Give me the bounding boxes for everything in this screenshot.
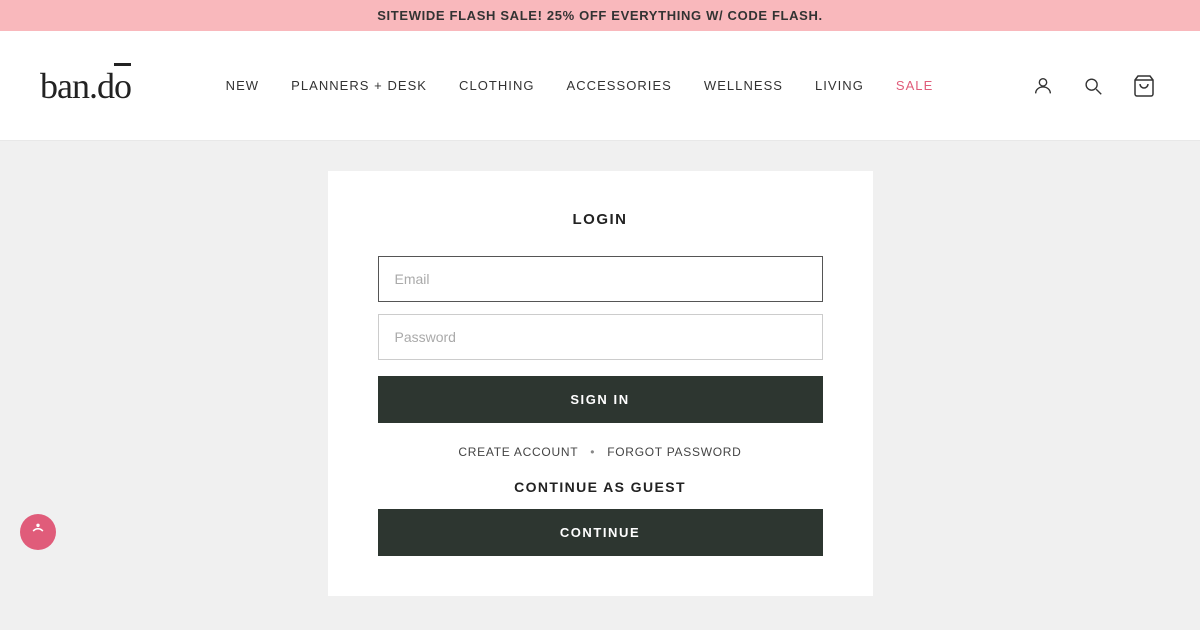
guest-title: CONTINUE AS GUEST (378, 479, 823, 495)
email-group (378, 256, 823, 302)
password-group (378, 314, 823, 360)
nav-item-sale[interactable]: SALE (896, 78, 933, 93)
email-input[interactable] (378, 256, 823, 302)
cart-button[interactable] (1128, 70, 1160, 102)
create-account-link[interactable]: CREATE ACCOUNT (458, 445, 578, 459)
continue-button[interactable]: CONTINUE (378, 509, 823, 556)
nav-item-accessories[interactable]: ACCESSORIES (567, 78, 672, 93)
site-header: ban.do NEW PLANNERS + DESK CLOTHING ACCE… (0, 31, 1200, 141)
main-content: LOGIN SIGN IN CREATE ACCOUNT • FORGOT PA… (0, 141, 1200, 621)
site-logo[interactable]: ban.do (40, 65, 131, 107)
account-button[interactable] (1028, 71, 1058, 101)
main-nav: NEW PLANNERS + DESK CLOTHING ACCESSORIES… (226, 78, 934, 93)
login-title: LOGIN (378, 211, 823, 228)
dot-separator: • (590, 445, 595, 459)
nav-item-new[interactable]: NEW (226, 78, 259, 93)
announcement-bar: SITEWIDE FLASH SALE! 25% OFF EVERYTHING … (0, 0, 1200, 31)
account-icon (1032, 75, 1054, 97)
nav-item-clothing[interactable]: CLOTHING (459, 78, 535, 93)
search-icon (1082, 75, 1104, 97)
accessibility-icon (28, 522, 48, 542)
account-links: CREATE ACCOUNT • FORGOT PASSWORD (378, 445, 823, 459)
sign-in-button[interactable]: SIGN IN (378, 376, 823, 423)
cart-icon (1132, 74, 1156, 98)
announcement-text: SITEWIDE FLASH SALE! 25% OFF EVERYTHING … (377, 8, 823, 23)
header-icons (1028, 70, 1160, 102)
login-card: LOGIN SIGN IN CREATE ACCOUNT • FORGOT PA… (328, 171, 873, 596)
nav-item-living[interactable]: LIVING (815, 78, 864, 93)
nav-item-wellness[interactable]: WELLNESS (704, 78, 783, 93)
forgot-password-link[interactable]: FORGOT PASSWORD (607, 445, 741, 459)
password-input[interactable] (378, 314, 823, 360)
accessibility-button[interactable] (20, 514, 56, 550)
search-button[interactable] (1078, 71, 1108, 101)
nav-item-planners-desk[interactable]: PLANNERS + DESK (291, 78, 427, 93)
